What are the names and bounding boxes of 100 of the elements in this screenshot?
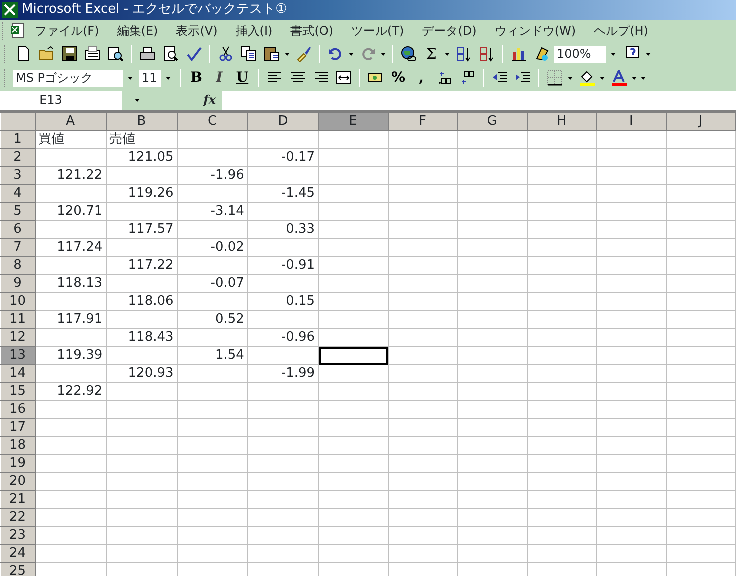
autosum-button[interactable]: Σ bbox=[420, 43, 443, 65]
row-header[interactable]: 9 bbox=[0, 274, 35, 292]
print-preview-icon bbox=[162, 46, 178, 62]
column-header[interactable]: I bbox=[596, 112, 666, 130]
row-header[interactable]: 23 bbox=[0, 526, 35, 544]
search-icon bbox=[108, 46, 124, 62]
row-header[interactable]: 17 bbox=[0, 418, 35, 436]
row-header[interactable]: 10 bbox=[0, 292, 35, 310]
row-header[interactable]: 14 bbox=[0, 364, 35, 382]
table-cell: -0.17 bbox=[248, 148, 319, 166]
row-header[interactable]: 8 bbox=[0, 256, 35, 274]
table-cell: 買値 bbox=[35, 130, 106, 148]
table-cell: -1.96 bbox=[177, 166, 248, 184]
column-header[interactable]: G bbox=[458, 112, 528, 130]
dropdown-arrow-icon[interactable] bbox=[284, 52, 291, 56]
globe-icon bbox=[400, 46, 416, 62]
menu-item[interactable]: データ(D) bbox=[413, 22, 486, 40]
table-cell: 117.24 bbox=[35, 238, 106, 256]
font-size-dropdown[interactable]: 11 bbox=[138, 68, 176, 88]
row-header[interactable]: 21 bbox=[0, 490, 35, 508]
window-title: Microsoft Excel - エクセルでバックテスト① bbox=[22, 1, 288, 20]
table-cell: 121.05 bbox=[106, 148, 178, 166]
dropdown-arrow-icon bbox=[126, 76, 134, 80]
dropdown-arrow-icon bbox=[164, 76, 172, 80]
row-header[interactable]: 25 bbox=[0, 562, 35, 576]
row-header[interactable]: 4 bbox=[0, 184, 35, 202]
row-header[interactable]: 1 bbox=[0, 130, 35, 148]
borders-icon bbox=[546, 70, 562, 86]
column-header[interactable]: B bbox=[106, 112, 178, 130]
table-cell: 117.22 bbox=[106, 256, 178, 274]
row-header[interactable]: 15 bbox=[0, 382, 35, 400]
underline-button[interactable]: U bbox=[231, 67, 254, 89]
menu-item[interactable]: ヘルプ(H) bbox=[585, 22, 658, 40]
menu-item[interactable]: ウィンドウ(W) bbox=[486, 22, 586, 40]
dropdown-arrow-icon[interactable] bbox=[134, 98, 140, 102]
row-header[interactable]: 20 bbox=[0, 472, 35, 490]
row-header[interactable]: 19 bbox=[0, 454, 35, 472]
column-header[interactable]: A bbox=[35, 112, 106, 130]
menu-item[interactable]: ツール(T) bbox=[342, 22, 414, 40]
column-header[interactable]: D bbox=[248, 112, 319, 130]
row-header[interactable]: 3 bbox=[0, 166, 35, 184]
table-cell: -0.07 bbox=[177, 274, 248, 292]
row-header[interactable]: 6 bbox=[0, 220, 35, 238]
menu-item[interactable]: 編集(E) bbox=[108, 22, 168, 40]
row-header[interactable]: 12 bbox=[0, 328, 35, 346]
increase-decimal-icon bbox=[436, 70, 452, 86]
dropdown-arrow-icon[interactable] bbox=[380, 52, 387, 56]
dropdown-arrow-icon[interactable] bbox=[567, 76, 574, 80]
column-header[interactable]: H bbox=[527, 112, 597, 130]
brush-icon bbox=[296, 46, 312, 62]
table-cell: -3.14 bbox=[177, 202, 248, 220]
dropdown-arrow-icon[interactable] bbox=[348, 52, 355, 56]
merge-cells-icon bbox=[336, 70, 352, 86]
table-cell: 117.57 bbox=[106, 220, 178, 238]
dropdown-arrow-icon[interactable] bbox=[599, 76, 606, 80]
zoom-dropdown[interactable]: 100% bbox=[553, 44, 621, 64]
row-header[interactable]: 2 bbox=[0, 148, 35, 166]
table-cell: 118.13 bbox=[35, 274, 106, 292]
table-cell: 0.33 bbox=[248, 220, 319, 238]
bar-chart-icon bbox=[510, 46, 526, 62]
column-header[interactable]: E bbox=[318, 112, 388, 130]
row-header[interactable]: 7 bbox=[0, 238, 35, 256]
scissors-icon bbox=[218, 46, 234, 62]
row-header[interactable]: 18 bbox=[0, 436, 35, 454]
document-icon bbox=[10, 23, 26, 39]
italic-button[interactable]: I bbox=[208, 67, 231, 89]
table-cell: 1.54 bbox=[177, 346, 248, 364]
row-header[interactable]: 24 bbox=[0, 544, 35, 562]
insert-function-button[interactable]: fx bbox=[152, 91, 222, 109]
row-header[interactable]: 16 bbox=[0, 400, 35, 418]
menu-item[interactable]: 書式(O) bbox=[282, 22, 343, 40]
comma-button[interactable]: , bbox=[410, 67, 433, 89]
select-all-corner[interactable] bbox=[0, 112, 35, 130]
row-header[interactable]: 11 bbox=[0, 310, 35, 328]
table-cell: 売値 bbox=[106, 130, 178, 148]
table-cell: 118.43 bbox=[106, 328, 178, 346]
percent-button[interactable]: % bbox=[387, 67, 410, 89]
row-header[interactable]: 5 bbox=[0, 202, 35, 220]
dropdown-arrow-icon[interactable] bbox=[444, 52, 451, 56]
column-header[interactable]: J bbox=[666, 112, 736, 130]
active-cell[interactable] bbox=[318, 346, 388, 364]
menu-item[interactable]: ファイル(F) bbox=[26, 22, 108, 40]
decrease-decimal-icon bbox=[460, 70, 476, 86]
dropdown-arrow-icon[interactable] bbox=[645, 52, 652, 56]
row-header[interactable]: 13 bbox=[0, 346, 35, 364]
name-box[interactable]: E13 bbox=[0, 90, 122, 110]
table-cell: 119.26 bbox=[106, 184, 178, 202]
menu-item[interactable]: 表示(V) bbox=[167, 22, 227, 40]
dropdown-arrow-icon bbox=[610, 52, 616, 56]
copy-icon bbox=[240, 46, 256, 62]
sort-descending-icon bbox=[478, 46, 494, 62]
font-dropdown[interactable]: MS Pゴシック bbox=[12, 68, 138, 88]
table-cell: -1.45 bbox=[248, 184, 319, 202]
column-header[interactable]: C bbox=[177, 112, 248, 130]
column-header[interactable]: F bbox=[388, 112, 458, 130]
undo-icon bbox=[328, 46, 344, 62]
formula-input[interactable] bbox=[222, 90, 736, 110]
bold-button[interactable]: B bbox=[185, 67, 208, 89]
row-header[interactable]: 22 bbox=[0, 508, 35, 526]
menu-item[interactable]: 挿入(I) bbox=[226, 22, 282, 40]
